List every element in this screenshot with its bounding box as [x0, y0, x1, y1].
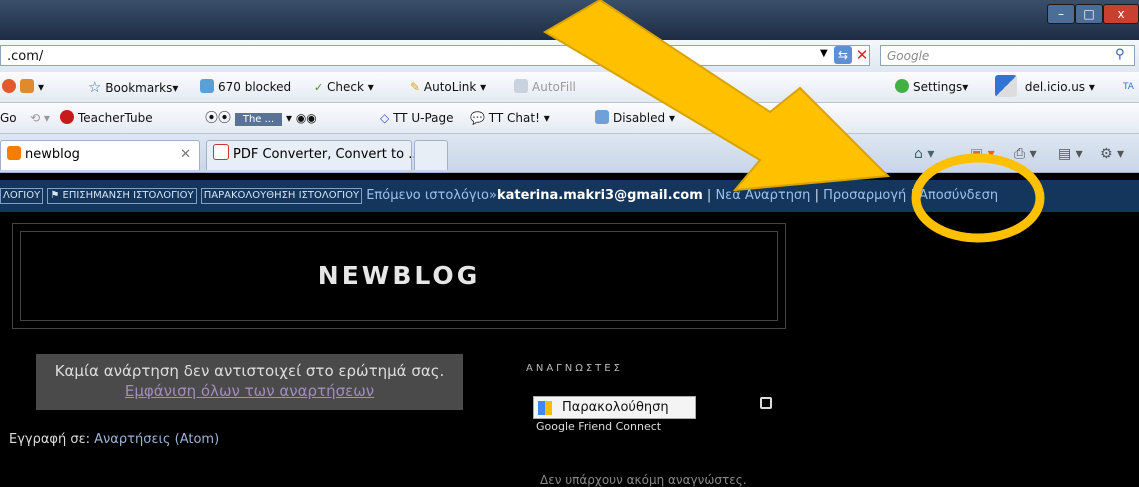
annotation-circle: [911, 153, 1045, 243]
annotation-overlay: [543, 0, 1045, 243]
annotation-arrow: [543, 0, 891, 192]
